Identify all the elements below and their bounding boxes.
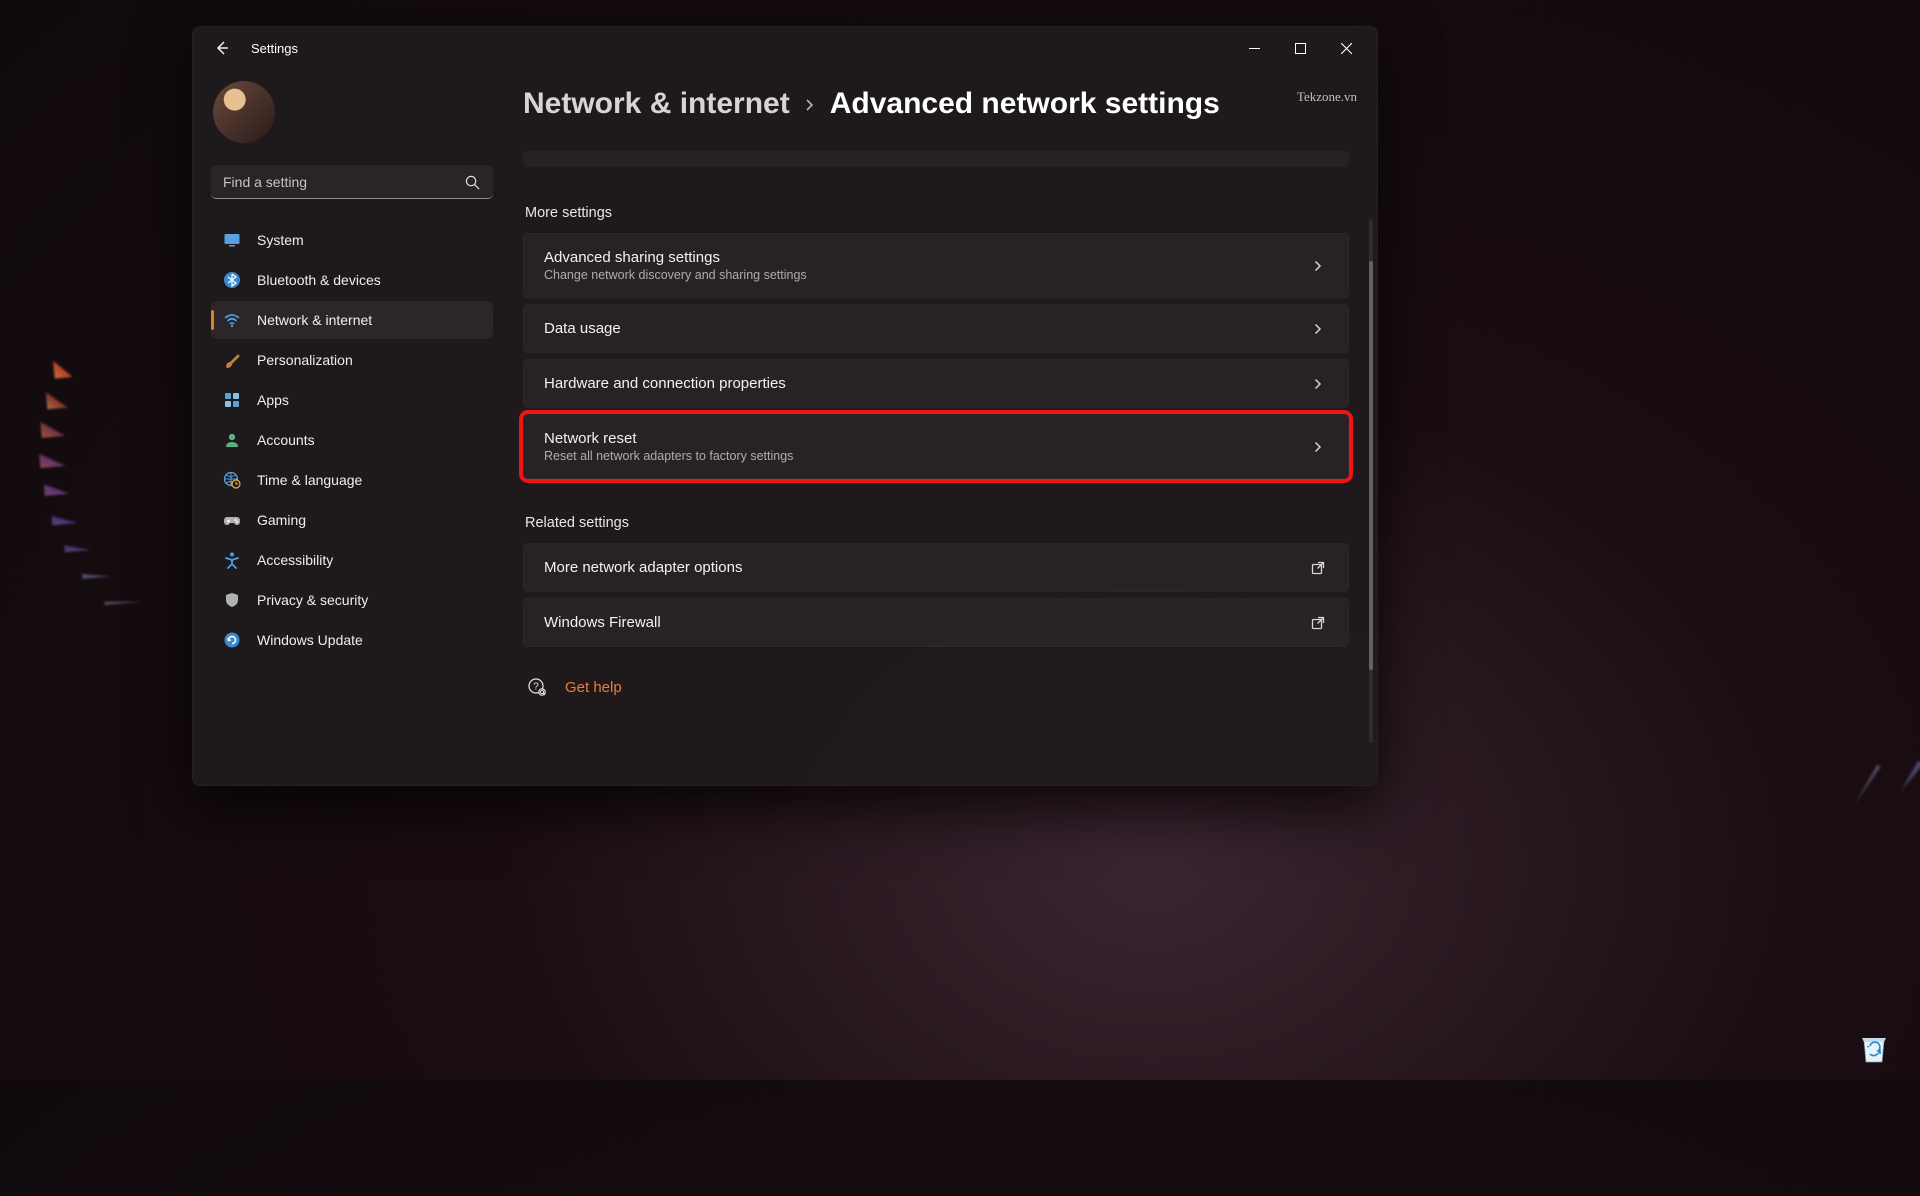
search-input[interactable] — [211, 165, 493, 199]
sidebar-item-label: Network & internet — [257, 312, 372, 328]
setting-sub: Change network discovery and sharing set… — [544, 268, 1308, 282]
person-icon — [223, 431, 241, 449]
chevron-right-icon — [1308, 441, 1328, 453]
shield-icon — [223, 591, 241, 609]
sidebar-item-label: Accessibility — [257, 552, 333, 568]
brush-icon — [223, 351, 241, 369]
sidebar-item-personalization[interactable]: Personalization — [211, 341, 493, 379]
chevron-right-icon — [1308, 323, 1328, 335]
window-controls — [1231, 30, 1369, 66]
nav-list: System Bluetooth & devices Network & inter… — [211, 221, 493, 659]
content-area: Network & internet Advanced network sett… — [503, 69, 1377, 785]
setting-row-more-network-adapter-options[interactable]: More network adapter options — [523, 543, 1349, 592]
chevron-right-icon — [1308, 378, 1328, 390]
breadcrumb-current: Advanced network settings — [830, 87, 1220, 121]
arrow-left-icon — [214, 40, 230, 56]
setting-title: Windows Firewall — [544, 614, 1308, 631]
open-external-icon — [1308, 616, 1328, 630]
wallpaper-decor-right — [1448, 524, 1920, 1196]
open-external-icon — [1308, 561, 1328, 575]
setting-row-advanced-sharing-settings[interactable]: Advanced sharing settings Change network … — [523, 233, 1349, 298]
get-help-row[interactable]: ? Get help — [523, 677, 1349, 697]
titlebar: Settings — [193, 27, 1377, 69]
sidebar-item-accessibility[interactable]: Accessibility — [211, 541, 493, 579]
recycle-bin[interactable] — [1852, 1024, 1896, 1068]
sidebar-item-gaming[interactable]: Gaming — [211, 501, 493, 539]
search-button[interactable] — [457, 165, 487, 199]
sidebar-item-network-internet[interactable]: Network & internet — [211, 301, 493, 339]
maximize-icon — [1295, 43, 1306, 54]
sidebar-item-label: Privacy & security — [257, 592, 368, 608]
sidebar-item-windows-update[interactable]: Windows Update — [211, 621, 493, 659]
setting-title: Advanced sharing settings — [544, 249, 1308, 266]
chevron-right-icon — [1308, 260, 1328, 272]
update-icon — [223, 631, 241, 649]
settings-window: Tekzone.vn Settings — [192, 26, 1378, 786]
sidebar-item-label: Windows Update — [257, 632, 363, 648]
chevron-right-icon — [804, 99, 816, 111]
section-title-related-settings: Related settings — [525, 515, 1349, 531]
setting-title: Data usage — [544, 320, 1308, 337]
setting-text: More network adapter options — [544, 559, 1308, 576]
recycle-bin-icon — [1854, 1026, 1894, 1066]
sidebar-item-label: Gaming — [257, 512, 306, 528]
globe-clock-icon — [223, 471, 241, 489]
sidebar-item-label: System — [257, 232, 304, 248]
search-wrap — [211, 165, 493, 199]
sidebar-item-apps[interactable]: Apps — [211, 381, 493, 419]
partial-row-top[interactable] — [523, 151, 1349, 167]
setting-row-hardware-and-connection-properties[interactable]: Hardware and connection properties — [523, 359, 1349, 408]
app-title: Settings — [251, 41, 298, 56]
minimize-button[interactable] — [1231, 30, 1277, 66]
sidebar-item-privacy-security[interactable]: Privacy & security — [211, 581, 493, 619]
setting-title: Hardware and connection properties — [544, 375, 1308, 392]
sidebar-item-label: Bluetooth & devices — [257, 272, 381, 288]
wifi-icon — [223, 311, 241, 329]
close-icon — [1341, 43, 1352, 54]
section-title-more-settings: More settings — [525, 205, 1349, 221]
search-icon — [465, 175, 480, 190]
setting-row-windows-firewall[interactable]: Windows Firewall — [523, 598, 1349, 647]
avatar[interactable] — [213, 81, 275, 143]
get-help-link[interactable]: Get help — [565, 679, 622, 696]
apps-icon — [223, 391, 241, 409]
sidebar-item-system[interactable]: System — [211, 221, 493, 259]
help-icon: ? — [527, 677, 547, 697]
breadcrumb: Network & internet Advanced network sett… — [523, 87, 1349, 121]
setting-text: Windows Firewall — [544, 614, 1308, 631]
breadcrumb-parent[interactable]: Network & internet — [523, 87, 790, 121]
scrollbar-track[interactable] — [1369, 219, 1373, 743]
setting-title: Network reset — [544, 430, 1308, 447]
setting-sub: Reset all network adapters to factory se… — [544, 449, 1308, 463]
setting-text: Data usage — [544, 320, 1308, 337]
setting-row-network-reset[interactable]: Network reset Reset all network adapters … — [523, 414, 1349, 479]
setting-row-data-usage[interactable]: Data usage — [523, 304, 1349, 353]
back-button[interactable] — [201, 27, 243, 69]
setting-title: More network adapter options — [544, 559, 1308, 576]
sidebar-item-label: Time & language — [257, 472, 362, 488]
minimize-icon — [1249, 43, 1260, 54]
sidebar: System Bluetooth & devices Network & inter… — [193, 69, 503, 785]
gamepad-icon — [223, 511, 241, 529]
setting-text: Advanced sharing settings Change network … — [544, 249, 1308, 282]
close-button[interactable] — [1323, 30, 1369, 66]
sidebar-item-label: Personalization — [257, 352, 353, 368]
sidebar-item-time-language[interactable]: Time & language — [211, 461, 493, 499]
svg-text:?: ? — [533, 682, 539, 693]
maximize-button[interactable] — [1277, 30, 1323, 66]
sidebar-item-label: Apps — [257, 392, 289, 408]
setting-text: Network reset Reset all network adapters … — [544, 430, 1308, 463]
sidebar-item-label: Accounts — [257, 432, 315, 448]
scrollbar-thumb[interactable] — [1369, 261, 1373, 670]
setting-text: Hardware and connection properties — [544, 375, 1308, 392]
sidebar-item-bluetooth-devices[interactable]: Bluetooth & devices — [211, 261, 493, 299]
accessibility-icon — [223, 551, 241, 569]
bluetooth-icon — [223, 271, 241, 289]
monitor-icon — [223, 231, 241, 249]
sidebar-item-accounts[interactable]: Accounts — [211, 421, 493, 459]
